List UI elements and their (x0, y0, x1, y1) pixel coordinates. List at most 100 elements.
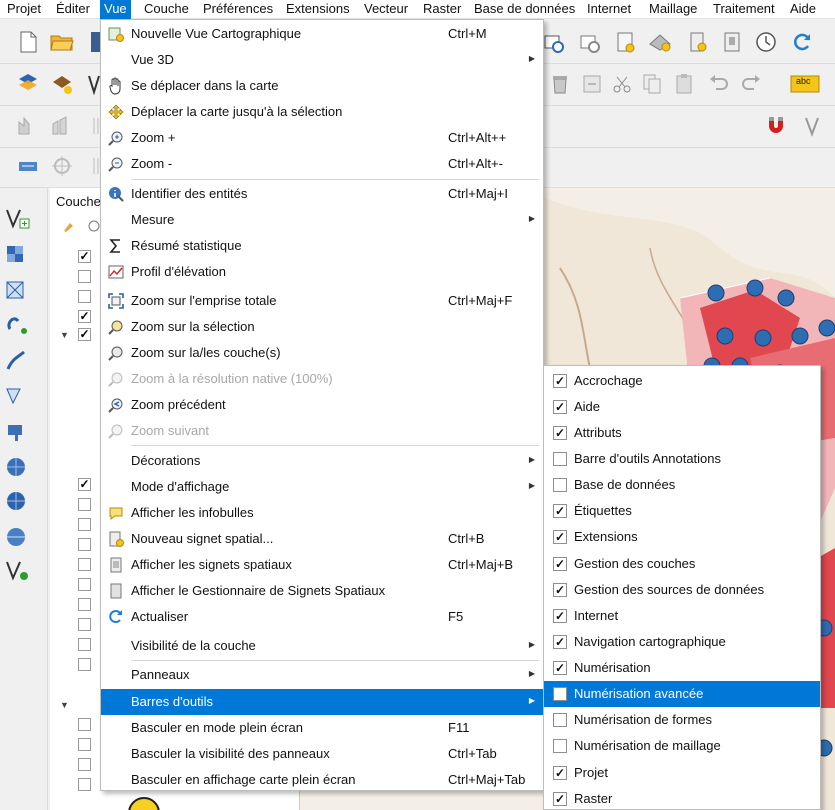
menu-item-zoom-full[interactable]: Zoom sur l'emprise totale Ctrl+Maj+F (101, 288, 543, 314)
menu-item-layer-visibility[interactable]: Visibilité de la couche ▶ (101, 633, 543, 659)
toolbar-option-numerisation-maillage[interactable]: Numérisation de maillage (544, 733, 820, 759)
show-bookmarks-toolbar-icon[interactable] (686, 30, 710, 54)
crosshair-icon[interactable] (50, 154, 74, 178)
toolbar-option-etiquettes[interactable]: ✓ Étiquettes (544, 498, 820, 524)
toolbar-option-raster[interactable]: ✓ Raster (544, 786, 820, 810)
menu-item-panels[interactable]: Panneaux ▶ (101, 662, 543, 688)
checkbox[interactable] (553, 713, 567, 727)
checkbox[interactable]: ✓ (553, 766, 567, 780)
paste-features-icon[interactable] (672, 72, 696, 96)
layer-checkbox-2[interactable] (78, 270, 91, 283)
menu-item-zoom-last[interactable]: Zoom précédent (101, 392, 543, 418)
add-vector-dropdown-icon[interactable] (3, 558, 31, 584)
checkbox[interactable]: ✓ (553, 374, 567, 388)
menu-item-decorations[interactable]: Décorations ▶ (101, 448, 543, 474)
menu-item-show-bookmarks[interactable]: Afficher les signets spatiaux Ctrl+Maj+B (101, 552, 543, 578)
menu-internet[interactable]: Internet (583, 0, 635, 19)
menu-item-map-fullscreen[interactable]: Basculer en affichage carte plein écran … (101, 767, 543, 793)
menu-item-vue-3d[interactable]: Vue 3D ▶ (101, 47, 543, 73)
postgis-elephant-icon[interactable] (3, 420, 31, 446)
menu-item-pan-map[interactable]: Se déplacer dans la carte (101, 73, 543, 99)
toolbar-option-base-de-donnees[interactable]: Base de données (544, 472, 820, 498)
menu-item-pan-to-selection[interactable]: Déplacer la carte jusqu'à la sélection (101, 99, 543, 125)
menu-raster[interactable]: Raster (419, 0, 465, 19)
layer-checkbox-4[interactable]: ✓ (78, 310, 91, 323)
checkbox[interactable]: ✓ (553, 583, 567, 597)
checkbox[interactable]: ✓ (553, 400, 567, 414)
menu-item-elevation-profile[interactable]: Profil d'élévation (101, 259, 543, 285)
checkbox[interactable]: ✓ (553, 661, 567, 675)
new-vector-layer-icon[interactable] (3, 206, 31, 232)
layer-checkbox-5[interactable]: ✓ (78, 328, 91, 341)
layer-checkbox-14[interactable] (78, 638, 91, 651)
cut-features-icon[interactable] (580, 72, 604, 96)
menu-projet[interactable]: Projet (3, 0, 45, 19)
virtual-layer-icon[interactable] (3, 384, 31, 410)
wms-globe-icon[interactable] (3, 454, 31, 480)
search-map-icon[interactable] (578, 32, 602, 56)
toolbar-option-internet[interactable]: ✓ Internet (544, 603, 820, 629)
menu-item-bookmark-manager[interactable]: Afficher le Gestionnaire de Signets Spat… (101, 578, 543, 604)
menu-traitement[interactable]: Traitement (709, 0, 779, 19)
menu-item-zoom-selection[interactable]: Zoom sur la sélection (101, 314, 543, 340)
layer-checkbox-19[interactable] (78, 778, 91, 791)
toolbar-option-extensions[interactable]: ✓ Extensions (544, 524, 820, 550)
toolbar-option-accrochage[interactable]: ✓ Accrochage (544, 368, 820, 394)
checkbox[interactable] (553, 452, 567, 466)
toolbar-option-numerisation-avancee[interactable]: Numérisation avancée (544, 681, 820, 707)
toolbar-option-gestion-couches[interactable]: ✓ Gestion des couches (544, 551, 820, 577)
open-project-icon[interactable] (50, 30, 74, 54)
expand-arrow-icon-2[interactable]: ▼ (60, 700, 69, 710)
layer-checkbox-13[interactable] (78, 618, 91, 631)
menu-item-zoom-layer[interactable]: Zoom sur la/les couche(s) (101, 340, 543, 366)
checkbox[interactable]: ✓ (553, 557, 567, 571)
menu-item-map-tips[interactable]: Afficher les infobulles (101, 500, 543, 526)
delimited-text-icon[interactable] (3, 312, 31, 338)
add-vector-layer-icon[interactable] (16, 72, 40, 96)
toolbar-option-navigation[interactable]: ✓ Navigation cartographique (544, 629, 820, 655)
menu-item-display-mode[interactable]: Mode d'affichage ▶ (101, 474, 543, 500)
new-raster-icon[interactable] (3, 242, 31, 268)
menu-item-refresh[interactable]: Actualiser F5 (101, 604, 543, 630)
wfs-globe-icon[interactable] (3, 488, 31, 514)
gps-track-icon[interactable] (3, 348, 31, 374)
snapping-vertex-icon[interactable] (802, 114, 826, 138)
style-brush-icon[interactable] (62, 218, 78, 237)
profile-bars-icon[interactable] (50, 114, 74, 138)
checkbox[interactable]: ✓ (553, 530, 567, 544)
redo-icon[interactable] (740, 72, 764, 96)
layer-checkbox-8[interactable] (78, 518, 91, 531)
undo-icon[interactable] (706, 72, 730, 96)
layer-checkbox-7[interactable] (78, 498, 91, 511)
menu-base-de-donnees[interactable]: Base de données (470, 0, 579, 19)
menu-vue[interactable]: Vue (100, 0, 131, 19)
menu-item-mesure[interactable]: Mesure ▶ (101, 207, 543, 233)
menu-extensions[interactable]: Extensions (282, 0, 354, 19)
refresh-toolbar-icon[interactable] (790, 30, 814, 54)
layer-checkbox-11[interactable] (78, 578, 91, 591)
checkbox[interactable]: ✓ (553, 635, 567, 649)
bookmark-manager-toolbar-icon[interactable] (720, 30, 744, 54)
checkbox[interactable]: ✓ (553, 426, 567, 440)
toolbar-option-annotations[interactable]: Barre d'outils Annotations (544, 446, 820, 472)
menu-vecteur[interactable]: Vecteur (360, 0, 412, 19)
magnet-snapping-icon[interactable] (764, 114, 788, 138)
menu-item-zoom-out[interactable]: Zoom - Ctrl+Alt+- (101, 151, 543, 177)
layer-checkbox-10[interactable] (78, 558, 91, 571)
menu-couche[interactable]: Couche (140, 0, 193, 19)
delete-selected-icon[interactable] (548, 72, 572, 96)
toolbar-option-numerisation-formes[interactable]: Numérisation de formes (544, 707, 820, 733)
toolbar-option-attributs[interactable]: ✓ Attributs (544, 420, 820, 446)
layer-checkbox-3[interactable] (78, 290, 91, 303)
menu-maillage[interactable]: Maillage (645, 0, 701, 19)
layer-checkbox-9[interactable] (78, 538, 91, 551)
add-raster-layer-icon[interactable] (50, 72, 74, 96)
clock-icon[interactable] (754, 30, 778, 54)
checkbox[interactable] (553, 739, 567, 753)
checkbox[interactable]: ✓ (553, 504, 567, 518)
layer-checkbox-6[interactable]: ✓ (78, 478, 91, 491)
label-abc-icon[interactable]: abc (790, 72, 820, 96)
menu-preferences[interactable]: Préférences (199, 0, 277, 19)
tile-scale-icon[interactable] (648, 30, 672, 54)
checkbox[interactable] (553, 478, 567, 492)
